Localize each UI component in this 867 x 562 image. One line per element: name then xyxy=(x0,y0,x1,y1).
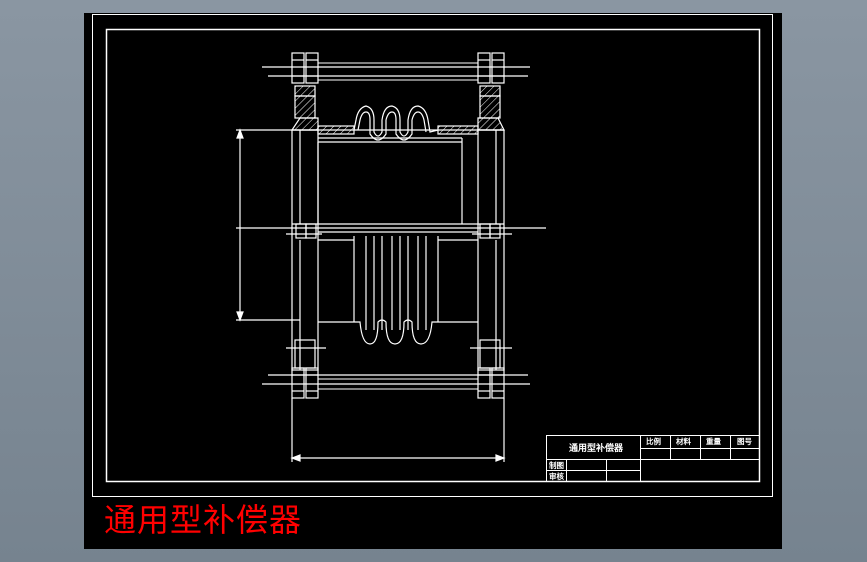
title-block-checked-label: 审核 xyxy=(549,471,564,481)
title-block-material-label: 材料 xyxy=(676,436,691,446)
title-block-drawn-label: 制图 xyxy=(549,460,564,470)
inner-border xyxy=(105,28,761,483)
title-block-scale-label: 比例 xyxy=(646,436,661,446)
drawing-caption: 通用型补偿器 xyxy=(104,501,303,539)
outer-border xyxy=(92,14,773,497)
cad-drawing: 通用型补偿器 比例 材料 重量 图号 制图 审核 xyxy=(92,14,773,497)
title-block-drawing-name: 通用型补偿器 xyxy=(569,442,624,454)
expansion-joint-view xyxy=(236,52,546,462)
title-block-weight-label: 重量 xyxy=(706,436,721,446)
title-block-drawing-no-label: 图号 xyxy=(737,437,752,446)
